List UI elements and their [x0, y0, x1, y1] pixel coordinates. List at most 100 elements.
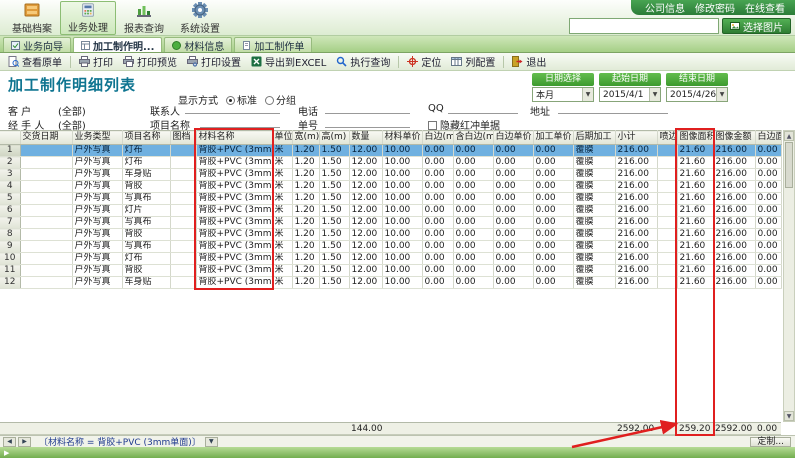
cell[interactable]: 12.00: [349, 229, 382, 241]
cell[interactable]: 0.00: [493, 265, 533, 277]
cell[interactable]: 0.00: [755, 193, 781, 205]
cell[interactable]: 10.00: [382, 181, 422, 193]
cell[interactable]: 216.00: [713, 217, 755, 229]
table-row[interactable]: 8户外写真背胶背胶+PVC (3mm单面)米1.201.5012.0010.00…: [0, 229, 781, 241]
cell[interactable]: 米: [272, 145, 292, 157]
cell[interactable]: [20, 241, 72, 253]
column-header[interactable]: 材料单价: [382, 131, 422, 145]
cell[interactable]: 背胶+PVC (3mm单面): [196, 145, 272, 157]
cell[interactable]: 覆膜: [573, 193, 615, 205]
cell[interactable]: [170, 253, 196, 265]
next-record-button[interactable]: ▶: [18, 437, 31, 447]
cell[interactable]: 12.00: [349, 241, 382, 253]
cell[interactable]: 21.60: [677, 181, 713, 193]
cell[interactable]: 0.00: [453, 217, 493, 229]
cell[interactable]: 0.00: [493, 253, 533, 265]
cell[interactable]: 米: [272, 205, 292, 217]
cell[interactable]: 米: [272, 193, 292, 205]
cell[interactable]: 10.00: [382, 253, 422, 265]
column-header[interactable]: 高(m): [319, 131, 349, 145]
cell[interactable]: 1.20: [292, 181, 319, 193]
cell[interactable]: 1.20: [292, 205, 319, 217]
period-select[interactable]: 本月▼: [532, 87, 594, 102]
cell[interactable]: 户外写真: [72, 181, 122, 193]
cell[interactable]: 10.00: [382, 193, 422, 205]
cell[interactable]: 216.00: [615, 181, 657, 193]
cell[interactable]: 背胶+PVC (3mm单面): [196, 205, 272, 217]
cell[interactable]: 12.00: [349, 277, 382, 289]
cell[interactable]: 12.00: [349, 265, 382, 277]
cell[interactable]: 覆膜: [573, 265, 615, 277]
cell[interactable]: 0.00: [533, 229, 573, 241]
cell[interactable]: 0.00: [533, 265, 573, 277]
cell[interactable]: 21.60: [677, 277, 713, 289]
cell[interactable]: 户外写真: [72, 193, 122, 205]
cell[interactable]: 216.00: [615, 229, 657, 241]
cell[interactable]: 背胶: [122, 181, 170, 193]
cell[interactable]: 21.60: [677, 217, 713, 229]
nav-business-processing[interactable]: 业务处理: [60, 1, 116, 35]
cell[interactable]: 12.00: [349, 181, 382, 193]
cell[interactable]: 216.00: [713, 229, 755, 241]
change-password-link[interactable]: 修改密码: [695, 0, 735, 15]
nav-system-settings[interactable]: 系统设置: [172, 1, 228, 35]
cell[interactable]: 216.00: [713, 157, 755, 169]
cell[interactable]: [20, 229, 72, 241]
cell[interactable]: 216.00: [713, 277, 755, 289]
table-row[interactable]: 3户外写真车身贴背胶+PVC (3mm单面)米1.201.5012.0010.0…: [0, 169, 781, 181]
cell[interactable]: 12.00: [349, 157, 382, 169]
cell[interactable]: [170, 217, 196, 229]
cell[interactable]: 背胶+PVC (3mm单面): [196, 277, 272, 289]
cell[interactable]: 米: [272, 253, 292, 265]
table-row[interactable]: 10户外写真灯布背胶+PVC (3mm单面)米1.201.5012.0010.0…: [0, 253, 781, 265]
cell[interactable]: 0.00: [755, 277, 781, 289]
cell[interactable]: 1.20: [292, 277, 319, 289]
cell[interactable]: 0.00: [533, 169, 573, 181]
cell[interactable]: [657, 181, 677, 193]
cell[interactable]: 背胶: [122, 229, 170, 241]
table-row[interactable]: 5户外写真写真布背胶+PVC (3mm单面)米1.201.5012.0010.0…: [0, 193, 781, 205]
cell[interactable]: 1.50: [319, 229, 349, 241]
customer-value[interactable]: (全部): [58, 103, 86, 118]
cell[interactable]: 米: [272, 217, 292, 229]
nav-report-query[interactable]: 报表查询: [116, 1, 172, 35]
cell[interactable]: 背胶+PVC (3mm单面): [196, 217, 272, 229]
cell[interactable]: [170, 277, 196, 289]
cell[interactable]: 1.20: [292, 229, 319, 241]
cell[interactable]: 21.60: [677, 265, 713, 277]
scrollbar-thumb[interactable]: [785, 142, 793, 188]
exit-button[interactable]: 退出: [507, 53, 551, 70]
cell[interactable]: 1.20: [292, 145, 319, 157]
cell[interactable]: 216.00: [615, 277, 657, 289]
cell[interactable]: 21.60: [677, 253, 713, 265]
cell[interactable]: [657, 205, 677, 217]
cell[interactable]: 户外写真: [72, 253, 122, 265]
cell[interactable]: 背胶+PVC (3mm单面): [196, 241, 272, 253]
run-query-button[interactable]: 执行查询: [331, 53, 395, 70]
cell[interactable]: 覆膜: [573, 277, 615, 289]
cell[interactable]: 0.00: [453, 253, 493, 265]
cell[interactable]: 0.00: [453, 181, 493, 193]
cell[interactable]: 0.00: [493, 277, 533, 289]
cell[interactable]: 覆膜: [573, 217, 615, 229]
cell[interactable]: 10.00: [382, 169, 422, 181]
cell[interactable]: 灯布: [122, 253, 170, 265]
nav-basic-files[interactable]: 基础档案: [4, 1, 60, 35]
cell[interactable]: 216.00: [615, 241, 657, 253]
filter-dropdown-icon[interactable]: ▼: [205, 437, 218, 447]
cell[interactable]: 户外写真: [72, 241, 122, 253]
cell[interactable]: 0.00: [755, 229, 781, 241]
cell[interactable]: 0.00: [493, 217, 533, 229]
scroll-down-icon[interactable]: ▼: [784, 411, 794, 421]
cell[interactable]: 0.00: [422, 277, 453, 289]
cell[interactable]: 0.00: [493, 241, 533, 253]
cell[interactable]: 写真布: [122, 217, 170, 229]
cell[interactable]: [170, 205, 196, 217]
cell[interactable]: 216.00: [713, 193, 755, 205]
cell[interactable]: 0.00: [755, 205, 781, 217]
cell[interactable]: 户外写真: [72, 277, 122, 289]
cell[interactable]: 0.00: [533, 217, 573, 229]
cell[interactable]: 0.00: [493, 145, 533, 157]
column-header[interactable]: 后期加工: [573, 131, 615, 145]
cell[interactable]: 1.50: [319, 145, 349, 157]
